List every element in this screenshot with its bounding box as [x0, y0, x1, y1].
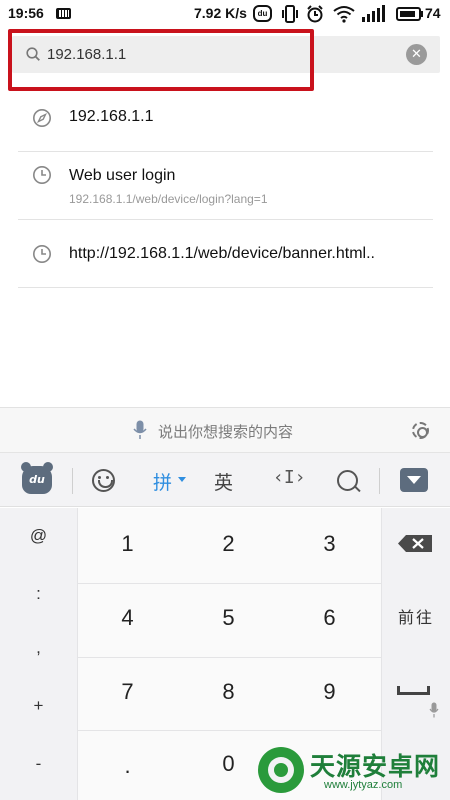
key-7[interactable]: 7 — [77, 656, 178, 728]
suggestion-title: Web user login — [69, 167, 176, 184]
alarm-icon — [307, 5, 323, 23]
search-icon — [26, 47, 40, 61]
toolbar-divider — [72, 468, 73, 494]
clock-icon — [33, 245, 51, 263]
key-minus[interactable]: - — [0, 754, 77, 784]
du-badge-icon: du — [253, 5, 272, 22]
key-1[interactable]: 1 — [77, 508, 178, 580]
baidu-ime-logo-icon[interactable]: du — [21, 462, 53, 494]
clock-icon — [33, 166, 51, 184]
key-4[interactable]: 4 — [77, 582, 178, 654]
keyboard-toolbar: du 拼 英 ‹I› — [0, 452, 450, 507]
signal-icon — [362, 5, 385, 22]
emoji-icon[interactable] — [92, 469, 115, 492]
microphone-icon — [429, 702, 439, 718]
key-5[interactable]: 5 — [178, 582, 279, 654]
find-icon[interactable] — [337, 470, 358, 491]
suggestion-item[interactable]: Web user login 192.168.1.1/web/device/lo… — [18, 152, 433, 220]
network-speed: 7.92 K/s — [194, 5, 247, 21]
english-mode-button[interactable]: 英 — [214, 468, 233, 495]
vibrate-icon — [282, 5, 298, 23]
go-button[interactable]: 前往 — [382, 582, 450, 656]
key-plus[interactable]: + — [0, 696, 77, 726]
key-at[interactable]: @ — [0, 526, 77, 556]
voice-search-bar[interactable]: 说出你想搜索的内容 — [0, 407, 450, 452]
watermark-url: www.jytyaz.com — [324, 779, 403, 791]
keyboard-icon — [56, 8, 71, 19]
key-6[interactable]: 6 — [279, 582, 380, 654]
space-icon — [397, 686, 430, 695]
suggestion-title: 192.168.1.1 — [69, 108, 154, 125]
wifi-icon — [333, 6, 355, 23]
microphone-icon — [133, 420, 147, 439]
key-colon[interactable]: : — [0, 584, 77, 614]
space-key[interactable] — [382, 668, 450, 730]
suggestion-item[interactable]: 192.168.1.1 — [18, 84, 433, 152]
clock-time: 19:56 — [8, 5, 44, 21]
battery-icon — [396, 7, 421, 21]
key-9[interactable]: 9 — [279, 656, 380, 728]
backspace-key[interactable] — [382, 508, 450, 582]
key-dot[interactable]: . — [77, 730, 178, 800]
voice-hint: 说出你想搜索的内容 — [158, 423, 294, 441]
watermark: 天源安卓网 www.jytyaz.com — [250, 745, 450, 800]
url-input[interactable] — [47, 42, 387, 67]
suggestion-title: http://192.168.1.1/web/device/banner.htm… — [69, 245, 375, 262]
address-bar: ✕ — [12, 36, 440, 73]
suggestion-item[interactable]: http://192.168.1.1/web/device/banner.htm… — [18, 220, 433, 288]
status-bar: 19:56 7.92 K/s du 74 — [0, 0, 450, 28]
watermark-brand: 天源安卓网 — [310, 752, 441, 781]
pinyin-mode-button[interactable]: 拼 — [153, 468, 172, 495]
screen: 19:56 7.92 K/s du 74 192.168.1.1 ✕ 192.1… — [0, 0, 450, 800]
watermark-logo-icon — [258, 747, 304, 793]
gear-icon[interactable] — [412, 422, 429, 439]
cursor-move-icon[interactable]: ‹I› — [273, 467, 306, 488]
hide-keyboard-icon[interactable] — [400, 468, 428, 492]
compass-icon — [33, 109, 51, 127]
battery-level: 74 — [425, 5, 441, 21]
suggestion-url: 192.168.1.1/web/device/login?lang=1 — [69, 192, 268, 206]
key-3[interactable]: 3 — [279, 508, 380, 580]
key-2[interactable]: 2 — [178, 508, 279, 580]
key-comma[interactable]: , — [0, 638, 77, 668]
clear-icon[interactable]: ✕ — [406, 44, 427, 65]
battery-tip — [421, 11, 423, 17]
backspace-icon — [398, 535, 432, 552]
chevron-down-icon — [178, 477, 186, 482]
toolbar-divider — [379, 468, 380, 494]
key-8[interactable]: 8 — [178, 656, 279, 728]
